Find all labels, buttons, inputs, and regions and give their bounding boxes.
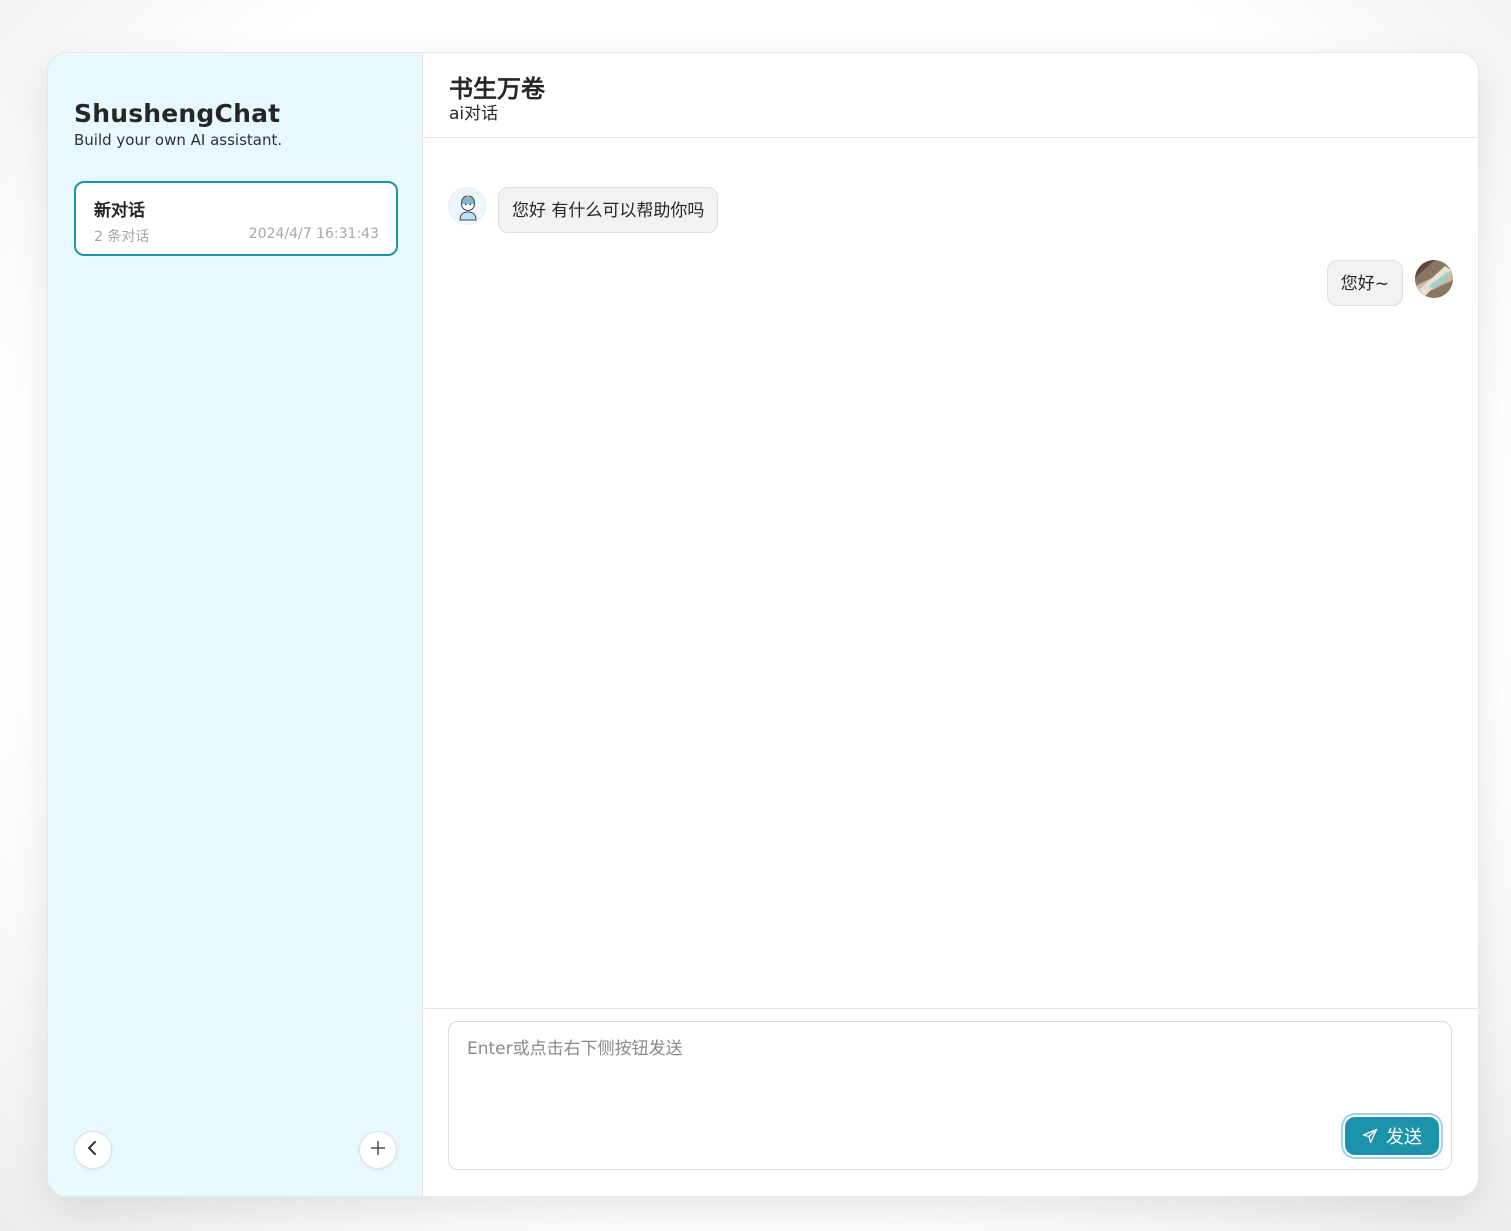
chat-item-time: 2024/4/7 16:31:43 (248, 226, 379, 242)
user-message: 您好~ (1326, 260, 1403, 306)
app-subtitle: Build your own AI assistant. (74, 131, 283, 149)
chat-item-count: 2 条对话 (94, 229, 150, 245)
user-avatar (1415, 260, 1453, 298)
message-input[interactable] (449, 1022, 1451, 1169)
new-chat-button[interactable] (359, 1131, 397, 1169)
chat-header: 书生万卷 ai对话 (423, 53, 1478, 138)
send-icon (1362, 1128, 1378, 1144)
composer-divider (423, 1008, 1478, 1009)
message-list: 您好 有什么可以帮助你吗 您好~ (423, 138, 1478, 1008)
chevron-left-icon (86, 1140, 100, 1160)
app-title: ShushengChat (74, 99, 281, 128)
message-composer: 发送 (448, 1021, 1452, 1170)
chat-item-title: 新对话 (94, 201, 145, 221)
chat-subtitle: ai对话 (449, 104, 499, 124)
sidebar: ShushengChat Build your own AI assistant… (48, 53, 423, 1196)
collapse-sidebar-button[interactable] (74, 1131, 112, 1169)
chat-panel: 书生万卷 ai对话 您好 有什么可以帮助你吗 您好~ Enter或点击右下侧按钮… (423, 53, 1478, 1196)
plus-icon (370, 1140, 386, 1160)
send-button[interactable]: 发送 (1345, 1117, 1439, 1155)
assistant-message: 您好 有什么可以帮助你吗 (498, 187, 719, 233)
app-window: ShushengChat Build your own AI assistant… (47, 52, 1479, 1197)
chat-list-item[interactable]: 新对话 2 条对话 2024/4/7 16:31:43 (74, 181, 398, 256)
bot-avatar (448, 187, 486, 225)
send-label: 发送 (1386, 1127, 1422, 1148)
